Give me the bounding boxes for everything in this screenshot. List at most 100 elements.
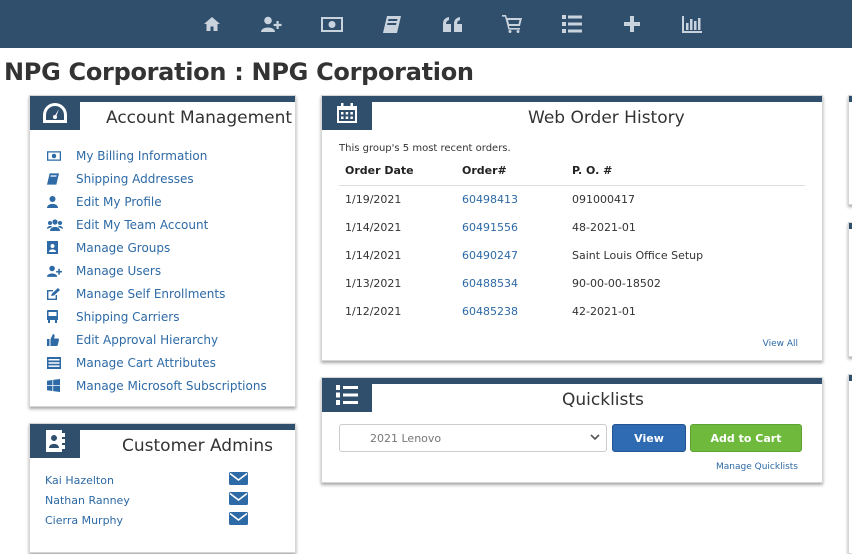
menu-item-billing[interactable]: My Billing Information bbox=[44, 144, 267, 167]
menu-item-label: Manage Cart Attributes bbox=[76, 355, 216, 370]
billing-icon bbox=[44, 150, 76, 161]
add-to-cart-button[interactable]: Add to Cart bbox=[690, 424, 802, 452]
order-number-link[interactable]: 60490247 bbox=[456, 241, 566, 269]
team-icon bbox=[44, 218, 76, 231]
menu-item-microsoft-subscriptions[interactable]: Manage Microsoft Subscriptions bbox=[44, 374, 267, 397]
plus-icon[interactable] bbox=[602, 0, 662, 48]
table-header-row: Order Date Order# P. O. # bbox=[339, 156, 805, 186]
column-header: Order Date bbox=[339, 156, 456, 186]
column-header: P. O. # bbox=[566, 156, 805, 186]
offscreen-panel-edge bbox=[848, 95, 852, 205]
orders-intro: This group's 5 most recent orders. bbox=[339, 143, 511, 154]
cart-icon[interactable] bbox=[482, 0, 542, 48]
menu-item-shipping-carriers[interactable]: Shipping Carriers bbox=[44, 305, 267, 328]
admin-name-link[interactable]: Nathan Ranney bbox=[45, 494, 130, 507]
order-number-link[interactable]: 60488534 bbox=[456, 269, 566, 297]
admin-name-link[interactable]: Cierra Murphy bbox=[45, 514, 123, 527]
order-number-link[interactable]: 60491556 bbox=[456, 213, 566, 241]
menu-item-label: Shipping Carriers bbox=[76, 309, 180, 324]
home-icon[interactable] bbox=[182, 0, 242, 48]
menu-item-edit-profile[interactable]: Edit My Profile bbox=[44, 190, 267, 213]
order-number-link[interactable]: 60498413 bbox=[456, 185, 566, 213]
admin-name-link[interactable]: Kai Hazelton bbox=[45, 474, 114, 487]
order-date: 1/12/2021 bbox=[345, 304, 402, 318]
email-icon[interactable] bbox=[229, 512, 248, 525]
list-icon[interactable] bbox=[542, 0, 602, 48]
menu-item-label: Edit My Profile bbox=[76, 194, 162, 209]
quicklists-panel: Quicklists 2021 Lenovo View Add to Cart … bbox=[321, 377, 823, 483]
edit-icon bbox=[44, 287, 76, 300]
table-row: 1/14/2021 60491556 48-2021-01 bbox=[339, 213, 805, 241]
menu-item-users[interactable]: Manage Users bbox=[44, 259, 267, 282]
page-title: NPG Corporation : NPG Corporation bbox=[4, 58, 474, 86]
column-header: Order# bbox=[456, 156, 566, 186]
menu-item-team-account[interactable]: Edit My Team Account bbox=[44, 213, 267, 236]
quicklist-select[interactable]: 2021 Lenovo bbox=[339, 424, 607, 452]
list-icon bbox=[44, 356, 76, 369]
menu-item-shipping-addresses[interactable]: Shipping Addresses bbox=[44, 167, 267, 190]
thumbs-up-icon bbox=[44, 333, 76, 346]
windows-icon bbox=[44, 379, 76, 392]
manage-quicklists-link[interactable]: Manage Quicklists bbox=[716, 462, 798, 472]
quicklist-selected-value: 2021 Lenovo bbox=[370, 431, 442, 445]
calendar-icon bbox=[322, 96, 372, 130]
book-icon[interactable] bbox=[362, 0, 422, 48]
book-icon bbox=[44, 172, 76, 185]
panel-title: Web Order History bbox=[528, 108, 685, 128]
email-icon[interactable] bbox=[229, 472, 248, 485]
po-number: 48-2021-01 bbox=[572, 220, 636, 234]
table-row: 1/14/2021 60490247 Saint Louis Office Se… bbox=[339, 241, 805, 269]
email-icon[interactable] bbox=[229, 492, 248, 505]
view-quicklist-button[interactable]: View bbox=[612, 424, 686, 452]
panel-title: Customer Admins bbox=[122, 436, 274, 456]
panel-stripe bbox=[322, 96, 822, 102]
menu-item-label: Manage Microsoft Subscriptions bbox=[76, 378, 267, 393]
dashboard-icon bbox=[30, 96, 80, 130]
offscreen-panel-edge bbox=[848, 222, 852, 357]
po-number: 091000417 bbox=[572, 192, 635, 206]
add-user-icon[interactable] bbox=[242, 0, 302, 48]
account-management-panel: Account Management My Billing Informatio… bbox=[29, 95, 296, 407]
menu-item-label: Edit My Team Account bbox=[76, 217, 209, 232]
po-number: Saint Louis Office Setup bbox=[572, 248, 704, 262]
panel-title: Account Management bbox=[106, 108, 293, 128]
contact-book-icon bbox=[44, 241, 76, 254]
numbered-list-icon bbox=[322, 378, 372, 412]
po-number: 90-00-00-18502 bbox=[572, 276, 661, 290]
customer-admins-panel: Customer Admins Kai Hazelton Nathan Rann… bbox=[29, 423, 296, 553]
user-icon bbox=[44, 195, 76, 208]
menu-item-self-enrollments[interactable]: Manage Self Enrollments bbox=[44, 282, 267, 305]
orders-table: Order Date Order# P. O. # 1/19/2021 6049… bbox=[339, 156, 805, 325]
table-row: 1/19/2021 60498413 091000417 bbox=[339, 185, 805, 213]
order-date: 1/19/2021 bbox=[345, 192, 402, 206]
bus-icon bbox=[44, 310, 76, 323]
panel-stripe bbox=[322, 378, 822, 384]
menu-item-groups[interactable]: Manage Groups bbox=[44, 236, 267, 259]
menu-item-label: Manage Self Enrollments bbox=[76, 286, 226, 301]
chevron-down-icon bbox=[590, 434, 600, 441]
menu-item-label: Edit Approval Hierarchy bbox=[76, 332, 219, 347]
chart-icon[interactable] bbox=[662, 0, 722, 48]
account-menu: My Billing Information Shipping Addresse… bbox=[44, 144, 267, 397]
menu-item-label: Manage Users bbox=[76, 263, 162, 278]
menu-item-label: Manage Groups bbox=[76, 240, 171, 255]
panel-title: Quicklists bbox=[562, 390, 644, 410]
table-row: 1/12/2021 60485238 42-2021-01 bbox=[339, 297, 805, 325]
view-all-link[interactable]: View All bbox=[763, 339, 798, 349]
order-date: 1/14/2021 bbox=[345, 248, 402, 262]
contact-book-icon bbox=[30, 424, 80, 458]
web-order-history-panel: Web Order History This group's 5 most re… bbox=[321, 95, 823, 361]
order-date: 1/13/2021 bbox=[345, 276, 402, 290]
menu-item-label: Shipping Addresses bbox=[76, 171, 194, 186]
po-number: 42-2021-01 bbox=[572, 304, 636, 318]
order-date: 1/14/2021 bbox=[345, 220, 402, 234]
order-number-link[interactable]: 60485238 bbox=[456, 297, 566, 325]
top-nav-bar bbox=[0, 0, 852, 48]
table-row: 1/13/2021 60488534 90-00-00-18502 bbox=[339, 269, 805, 297]
add-user-icon bbox=[44, 265, 76, 277]
quote-icon[interactable] bbox=[422, 0, 482, 48]
menu-item-label: My Billing Information bbox=[76, 148, 208, 163]
menu-item-approval-hierarchy[interactable]: Edit Approval Hierarchy bbox=[44, 328, 267, 351]
billing-icon[interactable] bbox=[302, 0, 362, 48]
menu-item-cart-attributes[interactable]: Manage Cart Attributes bbox=[44, 351, 267, 374]
